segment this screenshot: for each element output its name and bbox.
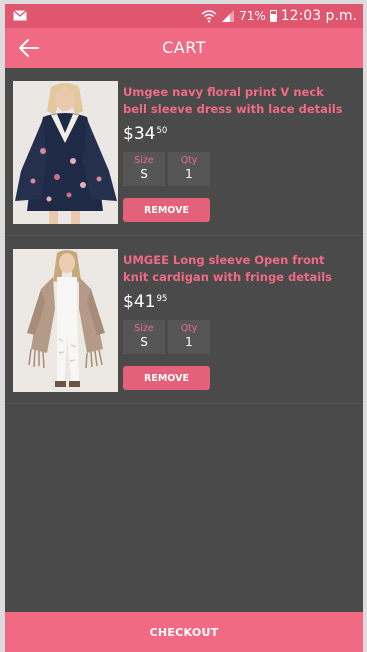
quantity-selector[interactable]: Qty 1 <box>168 320 210 354</box>
status-time: 12:03 p.m. <box>280 8 357 24</box>
quantity-label: Qty <box>180 323 198 334</box>
app-bar: CART <box>5 28 363 68</box>
size-selector[interactable]: Size S <box>123 320 165 354</box>
signal-icon <box>222 10 235 22</box>
checkout-button[interactable]: CHECKOUT <box>5 612 363 652</box>
battery-percent: 71% <box>239 9 266 23</box>
price-cents: 50 <box>156 126 168 136</box>
cart-item: Umgee navy floral print V neck bell slee… <box>5 68 363 236</box>
product-price: $3450 <box>123 124 167 144</box>
size-label: Size <box>134 155 154 166</box>
product-title[interactable]: Umgee navy floral print V neck bell slee… <box>123 84 349 118</box>
status-bar: 71% 12:03 p.m. <box>5 4 363 28</box>
cart-list: Umgee navy floral print V neck bell slee… <box>5 68 363 404</box>
phone-screen: 71% 12:03 p.m. CART Umgee navy floral pr… <box>5 4 363 652</box>
size-value: S <box>140 335 148 349</box>
price-dollars: $41 <box>123 292 156 312</box>
remove-button[interactable]: REMOVE <box>123 198 210 222</box>
mail-icon <box>13 10 27 21</box>
quantity-selector[interactable]: Qty 1 <box>168 152 210 186</box>
status-right: 71% 12:03 p.m. <box>201 7 357 25</box>
wifi-icon <box>201 10 217 23</box>
size-selector[interactable]: Size S <box>123 152 165 186</box>
price-dollars: $34 <box>123 124 156 144</box>
product-price: $4195 <box>123 292 167 312</box>
price-cents: 95 <box>156 294 168 304</box>
quantity-value: 1 <box>185 335 193 349</box>
page-title: CART <box>162 38 206 57</box>
product-image[interactable] <box>13 81 118 224</box>
quantity-label: Qty <box>180 155 198 166</box>
size-label: Size <box>134 323 154 334</box>
size-value: S <box>140 167 148 181</box>
battery-icon <box>269 10 277 22</box>
cart-item: UMGEE Long sleeve Open front knit cardig… <box>5 236 363 404</box>
product-title[interactable]: UMGEE Long sleeve Open front knit cardig… <box>123 252 349 286</box>
remove-button[interactable]: REMOVE <box>123 366 210 390</box>
quantity-value: 1 <box>185 167 193 181</box>
product-image[interactable] <box>13 249 118 392</box>
